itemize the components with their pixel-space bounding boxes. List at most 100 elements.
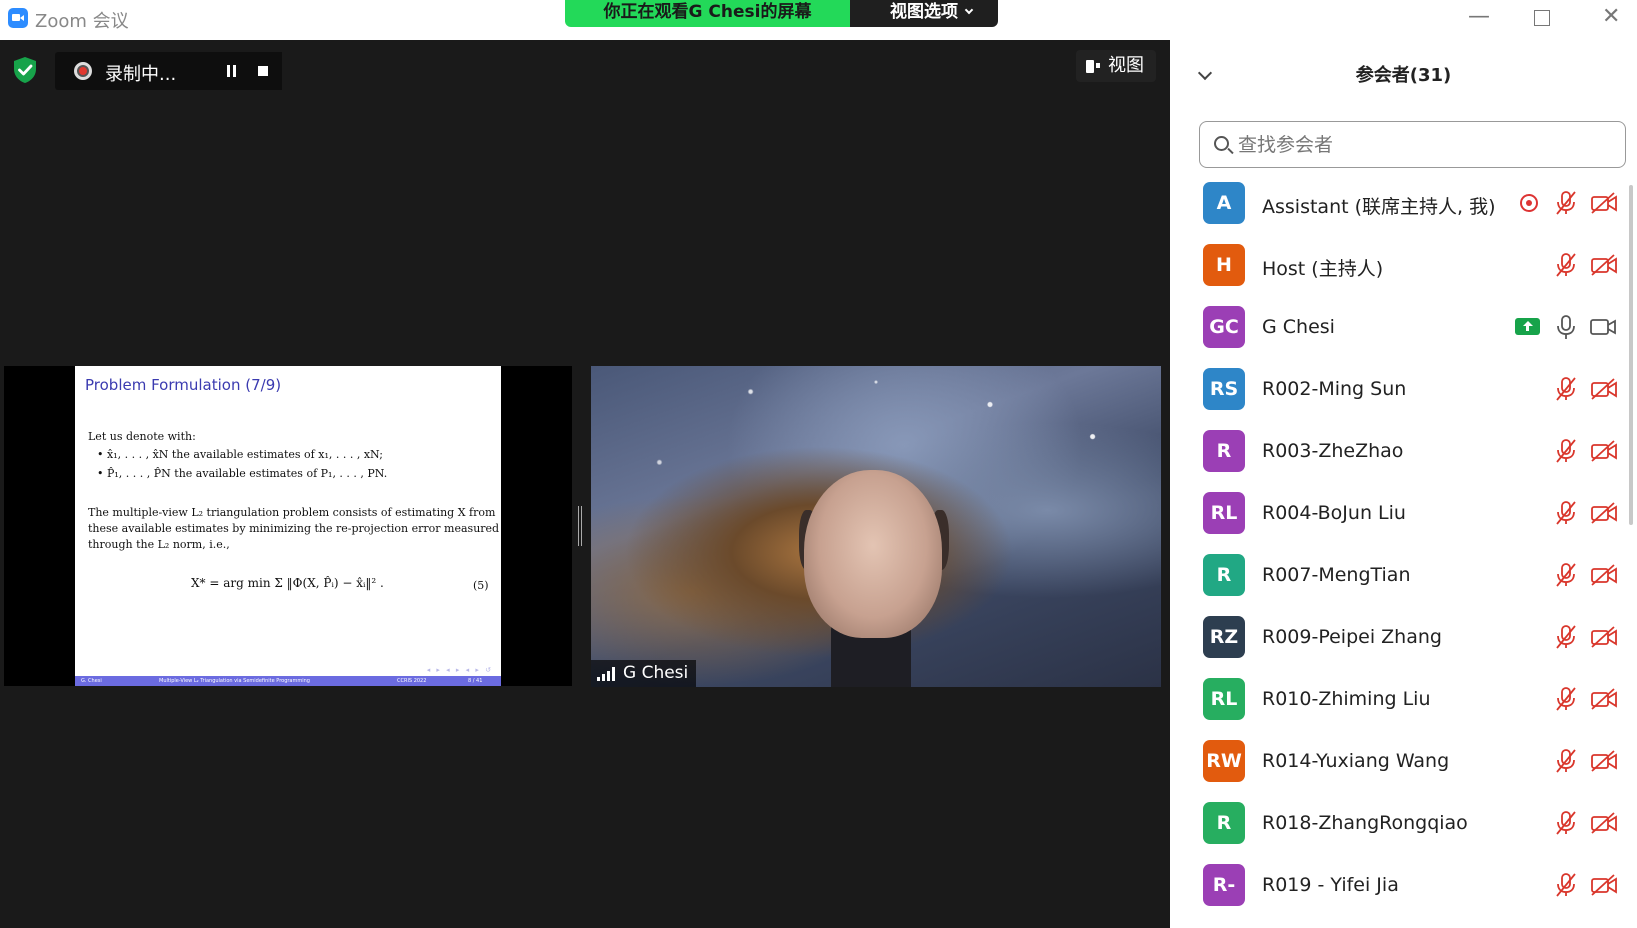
layout-icon-dot — [1096, 63, 1100, 68]
shared-screen[interactable]: Problem Formulation (7/9) Let us denote … — [4, 366, 572, 686]
participant-search[interactable] — [1199, 121, 1626, 168]
participant-row[interactable]: H Host (主持人) — [1170, 236, 1637, 298]
video-icon[interactable] — [1589, 316, 1617, 338]
chevron-down-icon — [964, 5, 974, 15]
resize-handle[interactable] — [577, 506, 583, 546]
speaker-video — [791, 470, 951, 687]
participant-row[interactable]: R R003-ZheZhao — [1170, 422, 1637, 484]
speaker-head — [804, 470, 942, 638]
video-off-icon[interactable] — [1590, 688, 1618, 710]
avatar: RL — [1203, 492, 1245, 534]
video-off-icon[interactable] — [1590, 440, 1618, 462]
participant-row[interactable]: R- R019 - Yifei Jia — [1170, 856, 1637, 918]
search-icon — [1214, 136, 1229, 151]
participant-name: R004-BoJun Liu — [1262, 502, 1406, 524]
avatar: R- — [1203, 864, 1245, 906]
slide-intro: Let us denote with: — [88, 430, 196, 443]
participant-row[interactable]: RL R010-Zhiming Liu — [1170, 670, 1637, 732]
zoom-app-icon — [8, 8, 28, 28]
search-input[interactable] — [1238, 131, 1608, 159]
video-off-icon[interactable] — [1590, 874, 1618, 896]
meeting-area: 录制中... 视图 Problem Formulation (7/9) Let … — [0, 40, 1170, 928]
stop-recording-button[interactable] — [244, 52, 282, 90]
video-off-icon[interactable] — [1590, 254, 1618, 276]
avatar: RS — [1203, 368, 1245, 410]
slide-paragraph-line-2: these available estimates by minimizing … — [88, 522, 500, 535]
title-bar: Zoom 会议 你正在观看G Chesi的屏幕 视图选项 — [0, 0, 1170, 40]
mic-muted-icon[interactable] — [1554, 624, 1578, 650]
participant-name: R002-Ming Sun — [1262, 378, 1407, 400]
footer-title: Multiple-View L₂ Triangulation via Semid… — [159, 678, 310, 684]
minimize-icon[interactable]: — — [1468, 4, 1490, 29]
mic-muted-icon[interactable] — [1554, 376, 1578, 402]
mic-muted-icon[interactable] — [1554, 686, 1578, 712]
video-off-icon[interactable] — [1590, 750, 1618, 772]
avatar: RL — [1203, 678, 1245, 720]
participant-name: R009-Peipei Zhang — [1262, 626, 1442, 648]
participant-name: R014-Yuxiang Wang — [1262, 750, 1450, 772]
slide-bullet-2: • P̂₁, . . . , P̂N the available estimat… — [97, 467, 388, 480]
video-tile[interactable]: G Chesi — [591, 366, 1161, 687]
participant-row[interactable]: R R018-ZhangRongqiao — [1170, 794, 1637, 856]
close-icon[interactable]: ✕ — [1602, 4, 1620, 29]
view-label: 视图 — [1108, 55, 1144, 76]
mic-muted-icon[interactable] — [1554, 252, 1578, 278]
maximize-icon[interactable] — [1534, 10, 1550, 26]
mic-muted-icon[interactable] — [1554, 748, 1578, 774]
view-button[interactable]: 视图 — [1076, 50, 1156, 82]
avatar: R — [1203, 430, 1245, 472]
participants-title: 参会者(31) — [1355, 65, 1452, 86]
shield-check-icon[interactable] — [12, 56, 38, 84]
participant-name: G Chesi — [1262, 316, 1335, 338]
participant-row[interactable]: A Assistant (联席主持人, 我) — [1170, 174, 1637, 236]
mic-muted-icon[interactable] — [1554, 500, 1578, 526]
video-off-icon[interactable] — [1590, 626, 1618, 648]
mic-muted-icon[interactable] — [1554, 438, 1578, 464]
participant-row[interactable]: RW R014-Yuxiang Wang — [1170, 732, 1637, 794]
slide-bullet-1: • x̂₁, . . . , x̂N the available estimat… — [97, 448, 383, 461]
slide-paragraph-line-1: The multiple-view L₂ triangulation probl… — [88, 506, 496, 519]
mic-icon[interactable] — [1556, 314, 1576, 340]
video-off-icon[interactable] — [1590, 502, 1618, 524]
participant-row[interactable]: RL R004-BoJun Liu — [1170, 484, 1637, 546]
participant-row[interactable]: RS R002-Ming Sun — [1170, 360, 1637, 422]
avatar: GC — [1203, 306, 1245, 348]
slide-navigation-icons: ◂ ▸ ◂ ▸ ◂ ▸ ↺ — [426, 666, 493, 674]
participant-name: R018-ZhangRongqiao — [1262, 812, 1468, 834]
slide-equation-number: (5) — [473, 579, 489, 592]
mic-muted-icon[interactable] — [1554, 190, 1578, 216]
video-name: G Chesi — [623, 663, 689, 683]
view-options-button[interactable]: 视图选项 — [850, 0, 998, 27]
avatar: RW — [1203, 740, 1245, 782]
participant-list: A Assistant (联席主持人, 我) H Host (主持人) GC G Ches… — [1170, 174, 1637, 918]
participant-name: R019 - Yifei Jia — [1262, 874, 1399, 896]
view-options-label: 视图选项 — [890, 2, 958, 22]
video-name-tag: G Chesi — [591, 660, 697, 687]
scrollbar-thumb[interactable] — [1629, 185, 1633, 525]
participant-name: R010-Zhiming Liu — [1262, 688, 1431, 710]
slide-title: Problem Formulation (7/9) — [85, 376, 282, 394]
video-off-icon[interactable] — [1590, 378, 1618, 400]
slide-footer: G. Chesi Multiple-View L₂ Triangulation … — [75, 676, 501, 686]
video-off-icon[interactable] — [1590, 564, 1618, 586]
video-off-icon[interactable] — [1590, 812, 1618, 834]
participant-name: Assistant (联席主持人, 我) — [1262, 196, 1496, 218]
video-off-icon[interactable] — [1590, 192, 1618, 214]
mic-muted-icon[interactable] — [1554, 562, 1578, 588]
participant-name: R003-ZheZhao — [1262, 440, 1404, 462]
footer-page: 8 / 41 — [468, 678, 483, 684]
participant-row[interactable]: RZ R009-Peipei Zhang — [1170, 608, 1637, 670]
participants-panel: — ✕ 参会者(31) A Assistant (联席主持人, 我) H Host (… — [1170, 0, 1637, 928]
slide-equation: X* = arg min Σ ‖Φ(X, P̂ᵢ) − x̂ᵢ‖² . — [191, 576, 384, 590]
signal-strength-icon — [597, 667, 619, 681]
mic-muted-icon[interactable] — [1554, 872, 1578, 898]
participant-row[interactable]: GC G Chesi — [1170, 298, 1637, 360]
avatar: RZ — [1203, 616, 1245, 658]
window-title: Zoom 会议 — [35, 11, 129, 32]
footer-venue: CCRIS 2022 — [397, 678, 427, 684]
slide-paragraph-line-3: through the L₂ norm, i.e., — [88, 538, 230, 551]
mic-muted-icon[interactable] — [1554, 810, 1578, 836]
participant-row[interactable]: R R007-MengTian — [1170, 546, 1637, 608]
recording-icon — [1520, 194, 1538, 212]
avatar: R — [1203, 554, 1245, 596]
